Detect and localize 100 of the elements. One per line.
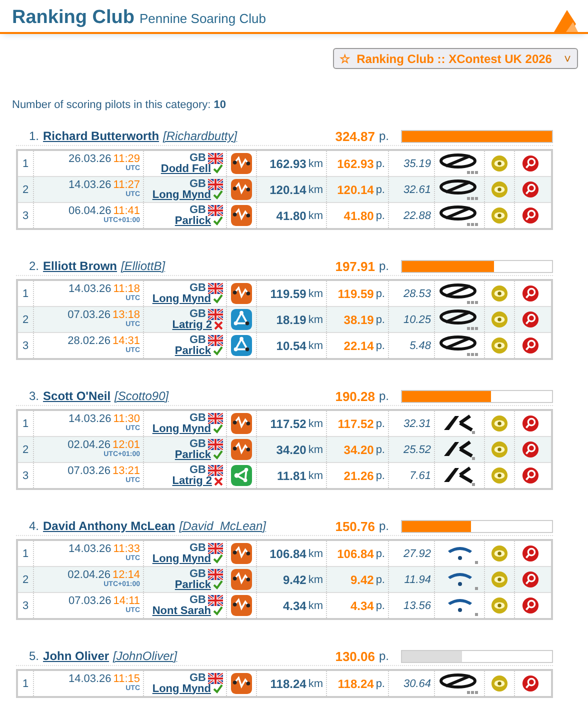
distance-value: 118.24: [270, 676, 306, 690]
distance-unit: km: [308, 444, 323, 456]
eye-icon[interactable]: [491, 181, 508, 198]
launch-site-link[interactable]: Dodd Fell: [160, 164, 211, 174]
zigzag-route-icon[interactable]: [231, 205, 252, 226]
points-value: 118.24: [338, 676, 374, 690]
distance-unit: km: [308, 210, 323, 222]
launch-site-link[interactable]: Latrig 2: [172, 476, 212, 486]
zigzag-route-icon[interactable]: [231, 283, 252, 304]
search-icon[interactable]: [522, 181, 538, 198]
zigzag-route-icon[interactable]: [231, 543, 252, 564]
pilot-name-link[interactable]: David Anthony McLean: [43, 519, 176, 533]
pilot-name-link[interactable]: Richard Butterworth: [43, 129, 160, 143]
distance-value: 162.93: [270, 156, 306, 170]
flight-time: 13:18: [112, 310, 140, 321]
speed-value: 30.64: [403, 678, 431, 690]
country-code: GB: [190, 308, 206, 320]
username-link[interactable]: [Richardbutty]: [163, 129, 238, 143]
search-icon[interactable]: [522, 415, 538, 432]
zigzag-route-icon[interactable]: [231, 439, 252, 460]
points-value: 4.34: [350, 598, 374, 612]
launch-site-link[interactable]: Long Mynd: [152, 190, 211, 200]
eye-icon[interactable]: [491, 337, 508, 354]
distance-value: 117.52: [270, 416, 306, 430]
country-code: GB: [190, 412, 206, 424]
eye-icon[interactable]: [491, 311, 508, 328]
eye-icon[interactable]: [491, 207, 508, 224]
zigzag-route-icon[interactable]: [231, 179, 252, 200]
speed-value: 27.92: [403, 548, 431, 560]
username-link[interactable]: [ElliottB]: [121, 259, 166, 273]
distance-unit: km: [308, 158, 323, 170]
launch-site-link[interactable]: Long Mynd: [152, 684, 211, 694]
search-icon[interactable]: [522, 285, 538, 302]
points-unit: p.: [376, 548, 385, 560]
zigzag-route-icon[interactable]: [231, 153, 252, 174]
distance-value: 34.20: [276, 442, 306, 456]
uk-flag-icon: [208, 464, 223, 476]
flight-date: 28.02.26: [68, 336, 110, 347]
points-value: 22.14: [344, 338, 374, 352]
search-icon[interactable]: [522, 155, 538, 172]
search-icon[interactable]: [522, 597, 538, 614]
launch-site-link[interactable]: Parlick: [174, 580, 211, 590]
flight-number: 1: [22, 548, 29, 560]
flight-time: 12:01: [112, 440, 140, 451]
zigzag-route-icon[interactable]: [231, 673, 252, 694]
distance-unit: km: [308, 418, 323, 430]
eye-icon[interactable]: [491, 467, 508, 484]
launch-site-link[interactable]: Long Mynd: [152, 424, 211, 434]
zigzag-route-icon[interactable]: [231, 595, 252, 616]
speed-value: 22.88: [403, 210, 431, 222]
eye-icon[interactable]: [491, 285, 508, 302]
launch-site-link[interactable]: Nont Sarah: [152, 606, 211, 616]
triangle-route-icon[interactable]: [231, 335, 252, 356]
username-link[interactable]: [Scotto90]: [114, 389, 169, 403]
eye-icon[interactable]: [491, 675, 508, 692]
eye-icon[interactable]: [491, 155, 508, 172]
search-icon[interactable]: [522, 207, 538, 224]
zigzag-route-icon[interactable]: [231, 569, 252, 590]
launch-site-link[interactable]: Long Mynd: [152, 554, 211, 564]
points-unit: p.: [378, 519, 389, 533]
search-icon[interactable]: [522, 337, 538, 354]
country-code: GB: [190, 438, 206, 450]
search-icon[interactable]: [522, 311, 538, 328]
triangle-route-icon[interactable]: [231, 309, 252, 330]
points-value: 162.93: [337, 156, 374, 170]
points-value: 9.42: [350, 572, 374, 586]
search-icon[interactable]: [522, 467, 538, 484]
points-value: 34.20: [344, 442, 374, 456]
points-unit: p.: [376, 210, 385, 222]
eye-icon[interactable]: [491, 415, 508, 432]
launch-site-link[interactable]: Parlick: [174, 216, 211, 226]
speed-value: 13.56: [403, 600, 431, 612]
flight-date: 14.03.26: [68, 414, 112, 425]
pilot-name-link[interactable]: Scott O'Neil: [43, 389, 111, 403]
eye-icon[interactable]: [491, 597, 508, 614]
flight-date: 14.03.26: [68, 544, 112, 555]
launch-site-link[interactable]: Latrig 2: [172, 320, 212, 330]
eye-icon[interactable]: [491, 441, 508, 458]
pilot-name-link[interactable]: John Oliver: [43, 649, 110, 663]
eye-icon[interactable]: [491, 571, 508, 588]
country-code: GB: [190, 464, 206, 476]
username-link[interactable]: [David_McLean]: [179, 519, 266, 533]
flight-number: 1: [22, 288, 29, 300]
eye-icon[interactable]: [491, 545, 508, 562]
username-link[interactable]: [JohnOliver]: [113, 649, 178, 663]
country-code: GB: [190, 204, 206, 216]
search-icon[interactable]: [522, 441, 538, 458]
search-icon[interactable]: [522, 675, 538, 692]
uk-flag-icon: [208, 438, 223, 450]
speed-value: 32.61: [403, 184, 431, 196]
search-icon[interactable]: [522, 545, 538, 562]
distance-unit: km: [308, 288, 323, 300]
launch-site-link[interactable]: Parlick: [174, 346, 211, 356]
pilot-name-link[interactable]: Elliott Brown: [43, 259, 118, 273]
flight-date: 14.03.26: [68, 284, 112, 295]
zigzag-route-icon[interactable]: [231, 413, 252, 434]
flight-number: 1: [22, 418, 29, 430]
launch-site-link[interactable]: Long Mynd: [152, 294, 211, 304]
search-icon[interactable]: [522, 571, 538, 588]
launch-site-link[interactable]: Parlick: [174, 450, 211, 460]
